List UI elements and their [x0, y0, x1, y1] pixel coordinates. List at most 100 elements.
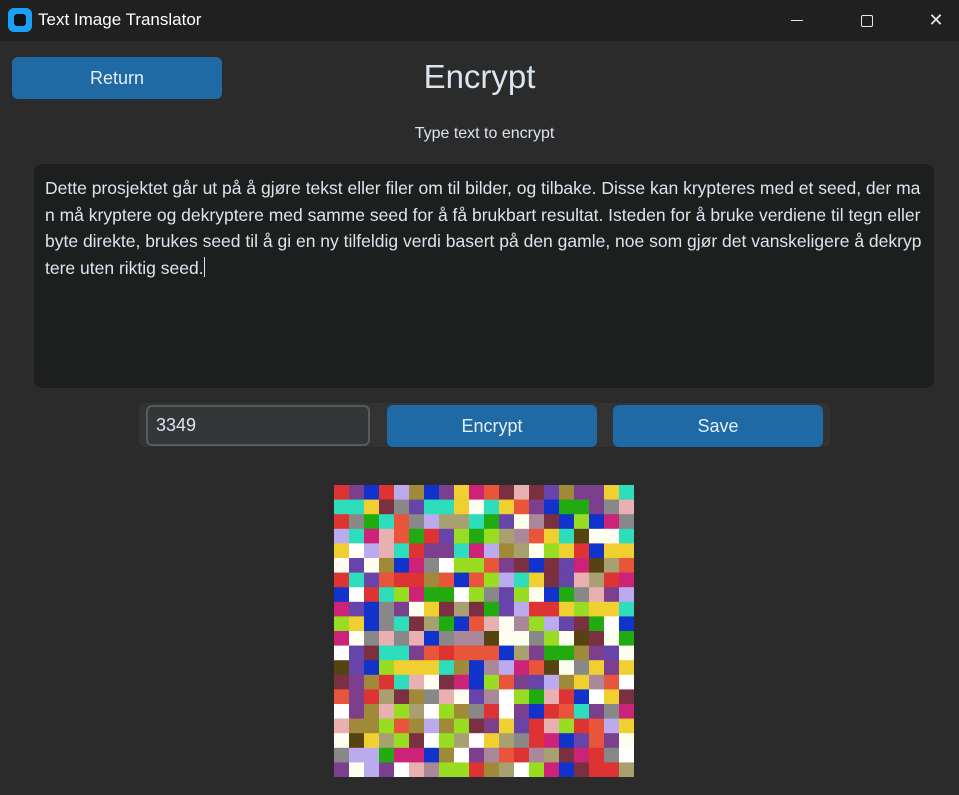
pixel-cell — [619, 762, 634, 777]
pixel-cell — [619, 601, 634, 617]
pixel-cell — [559, 616, 575, 632]
pixel-cell — [604, 747, 620, 763]
minimize-icon[interactable] — [774, 0, 820, 41]
pixel-cell — [604, 631, 620, 646]
pixel-cell — [439, 747, 455, 763]
pixel-cell — [514, 747, 530, 763]
plaintext-textarea[interactable]: Dette prosjektet går ut på å gjøre tekst… — [34, 164, 934, 388]
pixel-cell — [364, 485, 380, 500]
pixel-cell — [394, 631, 410, 646]
pixel-cell — [349, 733, 365, 749]
pixel-cell — [364, 718, 380, 734]
pixel-cell — [529, 674, 545, 690]
pixel-cell — [394, 528, 410, 544]
pixel-cell — [529, 558, 545, 573]
window-title: Text Image Translator — [38, 10, 202, 29]
pixel-cell — [544, 485, 560, 500]
pixel-cell — [604, 485, 620, 500]
pixel-cell — [394, 645, 410, 661]
pixel-cell — [364, 733, 380, 749]
pixel-cell — [589, 558, 605, 573]
seed-input[interactable] — [146, 405, 370, 446]
page-title: Encrypt — [423, 58, 536, 95]
pixel-cell — [544, 587, 560, 603]
pixel-cell — [574, 645, 590, 661]
pixel-cell — [349, 572, 365, 588]
pixel-cell — [499, 631, 515, 646]
pixel-cell — [394, 733, 410, 749]
pixel-cell — [379, 747, 395, 763]
close-icon[interactable]: ✕ — [913, 0, 959, 41]
pixel-cell — [364, 543, 380, 559]
pixel-cell — [499, 747, 515, 763]
pixel-cell — [334, 499, 350, 515]
pixel-cell — [619, 558, 634, 573]
pixel-cell — [334, 704, 350, 719]
pixel-cell — [529, 645, 545, 661]
pixel-cell — [559, 718, 575, 734]
pixel-cell — [364, 601, 380, 617]
title-bar: Text Image Translator ✕ — [0, 0, 959, 41]
pixel-cell — [454, 528, 470, 544]
encrypt-button[interactable]: Encrypt — [387, 405, 597, 447]
pixel-cell — [544, 616, 560, 632]
pixel-cell — [544, 645, 560, 661]
pixel-cell — [499, 528, 515, 544]
pixel-cell — [619, 660, 634, 676]
pixel-cell — [349, 660, 365, 676]
pixel-cell — [334, 645, 350, 661]
pixel-cell — [514, 762, 530, 777]
pixel-cell — [334, 762, 350, 777]
pixel-cell — [469, 514, 485, 530]
pixel-cell — [559, 660, 575, 676]
pixel-cell — [499, 514, 515, 530]
pixel-cell — [499, 689, 515, 705]
pixel-cell — [574, 733, 590, 749]
pixel-cell — [589, 587, 605, 603]
pixel-cell — [394, 543, 410, 559]
pixel-cell — [499, 601, 515, 617]
pixel-cell — [529, 631, 545, 646]
pixel-cell — [409, 514, 425, 530]
pixel-cell — [604, 762, 620, 777]
pixel-cell — [469, 747, 485, 763]
pixel-cell — [349, 762, 365, 777]
pixel-cell — [499, 704, 515, 719]
save-button[interactable]: Save — [613, 405, 823, 447]
pixel-cell — [514, 631, 530, 646]
pixel-cell — [334, 718, 350, 734]
pixel-cell — [454, 616, 470, 632]
pixel-cell — [469, 543, 485, 559]
pixel-cell — [484, 572, 500, 588]
pixel-cell — [514, 733, 530, 749]
pixel-cell — [394, 514, 410, 530]
pixel-cell — [379, 704, 395, 719]
pixel-cell — [544, 704, 560, 719]
pixel-cell — [379, 601, 395, 617]
pixel-cell — [364, 616, 380, 632]
pixel-cell — [499, 674, 515, 690]
pixel-cell — [484, 718, 500, 734]
pixel-cell — [334, 747, 350, 763]
pixel-cell — [589, 631, 605, 646]
pixel-cell — [394, 587, 410, 603]
pixel-cell — [589, 733, 605, 749]
pixel-cell — [469, 674, 485, 690]
pixel-cell — [439, 689, 455, 705]
pixel-cell — [424, 601, 440, 617]
pixel-cell — [334, 587, 350, 603]
pixel-cell — [439, 704, 455, 719]
pixel-cell — [484, 601, 500, 617]
pixel-cell — [499, 572, 515, 588]
pixel-cell — [619, 747, 634, 763]
pixel-cell — [379, 631, 395, 646]
pixel-cell — [349, 528, 365, 544]
pixel-cell — [349, 747, 365, 763]
pixel-cell — [409, 689, 425, 705]
pixel-cell — [529, 733, 545, 749]
pixel-cell — [514, 543, 530, 559]
pixel-cell — [529, 689, 545, 705]
pixel-cell — [514, 660, 530, 676]
maximize-icon[interactable] — [844, 0, 890, 41]
pixel-cell — [559, 528, 575, 544]
